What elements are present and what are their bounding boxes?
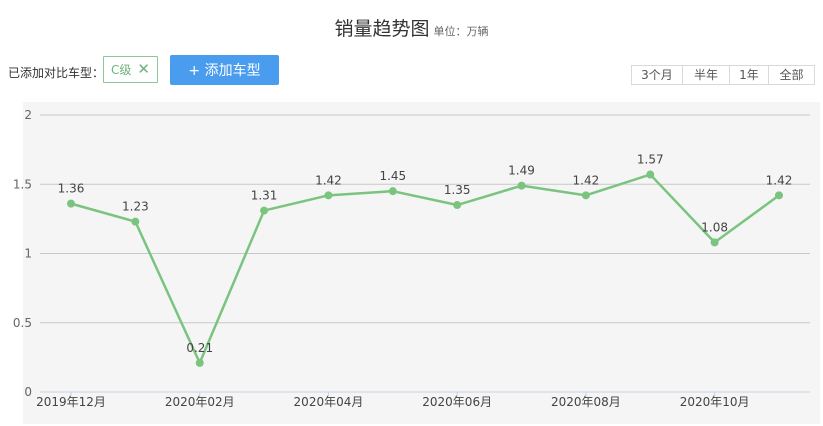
x-tick-label: 2020年08月 [551,395,621,409]
data-point [453,201,462,210]
data-label: 0.21 [186,341,213,355]
y-tick-label: 2 [24,108,32,122]
y-tick-label: 1 [24,247,32,261]
data-label: 1.35 [444,183,471,197]
data-point [195,358,204,367]
x-tick-label: 2020年04月 [294,395,364,409]
y-axis-ticks: 0 0.5 1 1.5 2 [13,108,32,399]
data-label: 1.31 [251,189,278,203]
x-tick-label: 2019年12月 [36,395,106,409]
data-label: 1.49 [508,164,535,178]
data-label: 1.57 [637,153,664,167]
x-axis: 2019年12月 2020年02月 2020年04月 2020年06月 2020年08月… [36,392,750,409]
data-label: 1.42 [766,173,793,187]
data-point [324,191,333,200]
data-point [131,217,140,226]
series-line-path [70,173,780,365]
data-point [67,199,75,208]
data-label: 1.42 [573,173,600,187]
data-point [581,191,590,200]
series-line [70,173,780,365]
data-label: 1.42 [315,173,342,187]
data-label: 1.36 [58,182,85,196]
y-tick-label: 1.5 [13,177,32,191]
data-point [260,206,269,215]
data-point [710,238,719,247]
y-tick-label: 0 [24,385,32,399]
data-label: 1.45 [379,169,406,183]
y-tick-label: 0.5 [13,316,32,330]
data-point [517,181,526,190]
x-tick-label: 2020年02月 [165,395,235,409]
data-label: 1.23 [122,200,149,214]
data-label: 1.08 [701,220,728,234]
data-point [775,191,783,200]
x-tick-label: 2020年06月 [422,395,492,409]
data-point [388,187,397,196]
data-point [646,170,655,179]
x-tick-label: 2020年10月 [680,395,750,409]
sales-trend-chart: 0 0.5 1 1.5 2 2019年12月 2020年02月 2020年04月 2020年0… [13,108,810,409]
grid-lines [40,114,810,393]
